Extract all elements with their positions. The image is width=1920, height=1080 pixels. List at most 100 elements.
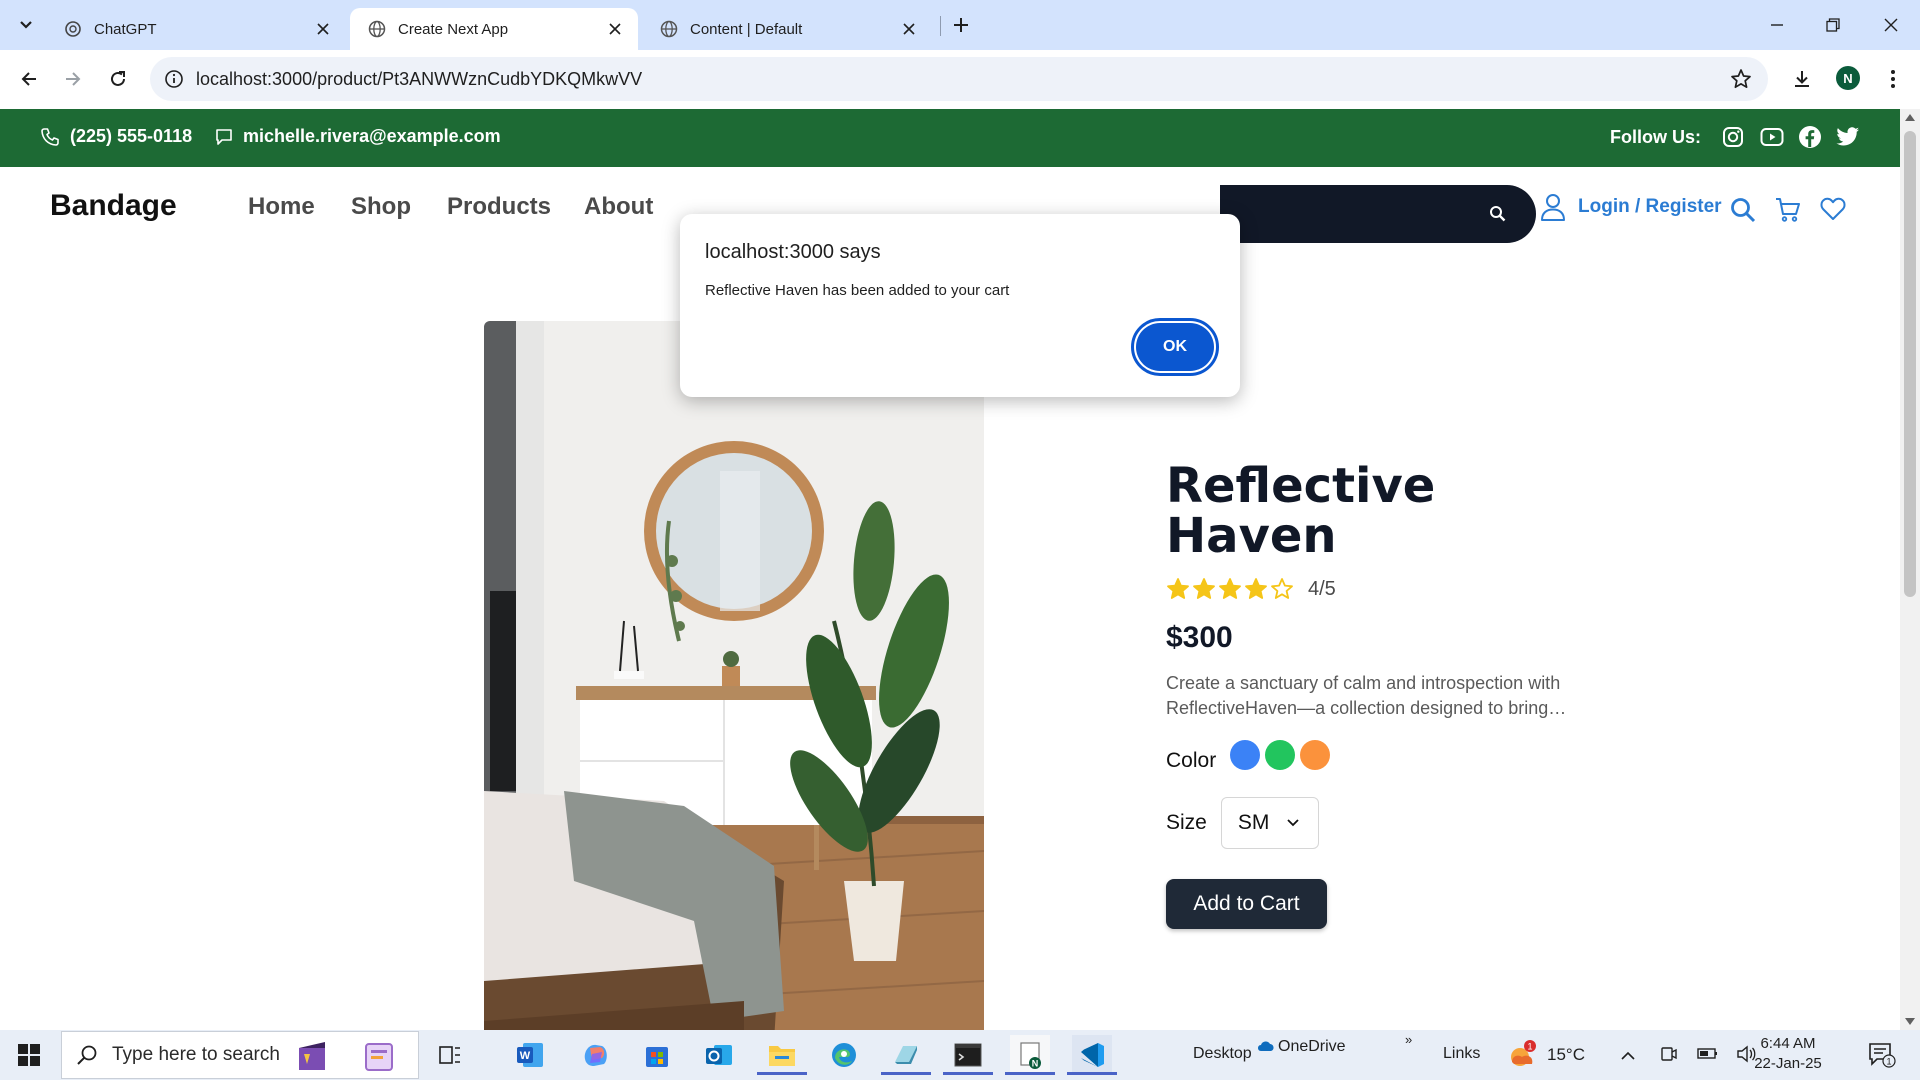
user-icon <box>1541 194 1565 221</box>
add-to-cart-button[interactable]: Add to Cart <box>1166 879 1327 929</box>
search-icon <box>77 1045 97 1065</box>
restore-icon[interactable] <box>1818 10 1848 40</box>
brand-logo[interactable]: Bandage <box>50 189 177 223</box>
active-app-indicator <box>943 1072 993 1075</box>
notepad-app-icon[interactable]: N <box>1005 1035 1055 1075</box>
bookmark-star-icon[interactable] <box>1730 68 1752 95</box>
address-bar[interactable]: localhost:3000/product/Pt3ANWWznCudbYDKQ… <box>150 57 1768 101</box>
login-register-link[interactable]: Login / Register <box>1540 193 1722 221</box>
color-label: Color <box>1166 749 1217 772</box>
phone-icon <box>41 127 59 146</box>
search-icon[interactable] <box>1730 197 1756 228</box>
alert-ok-label: OK <box>1136 323 1214 371</box>
nav-shop[interactable]: Shop <box>351 193 411 221</box>
taskbar-search-placeholder: Type here to search <box>112 1044 280 1065</box>
profile-avatar[interactable]: N <box>1836 66 1860 90</box>
star-empty-icon <box>1271 578 1293 599</box>
url-text[interactable]: localhost:3000/product/Pt3ANWWznCudbYDKQ… <box>196 69 642 90</box>
top-contact-bar: (225) 555-0118 michelle.rivera@example.c… <box>0 109 1900 167</box>
message-icon <box>216 128 232 145</box>
heart-icon[interactable] <box>1820 197 1846 226</box>
show-hidden-icons-icon[interactable] <box>1620 1048 1636 1066</box>
scrollbar-thumb[interactable] <box>1904 131 1916 597</box>
links-toolbar-label[interactable]: Links <box>1443 1045 1480 1063</box>
instagram-icon[interactable] <box>1720 124 1746 150</box>
star-filled-icon <box>1167 578 1189 599</box>
nav-home[interactable]: Home <box>248 193 315 221</box>
nav-about[interactable]: About <box>584 193 653 221</box>
nav-products[interactable]: Products <box>447 193 551 221</box>
weather-icon[interactable]: 1 <box>1508 1040 1538 1075</box>
active-app-indicator <box>757 1072 807 1075</box>
battery-icon[interactable] <box>1697 1045 1719 1066</box>
new-tab-icon[interactable] <box>948 12 974 38</box>
email-contact[interactable]: michelle.rivera@example.com <box>215 126 501 147</box>
facebook-icon[interactable] <box>1797 124 1823 150</box>
onedrive-label[interactable]: OneDrive <box>1278 1038 1346 1056</box>
outlook-icon[interactable] <box>699 1035 739 1075</box>
forward-icon[interactable] <box>58 64 88 94</box>
microsoft-store-icon[interactable] <box>637 1035 677 1075</box>
back-icon[interactable] <box>14 64 44 94</box>
close-tab-icon[interactable] <box>314 20 332 38</box>
page-scrollbar[interactable] <box>1900 109 1920 1030</box>
close-tab-icon[interactable] <box>900 20 918 38</box>
size-selector: Size SM <box>1166 797 1319 849</box>
task-view-icon[interactable] <box>430 1035 470 1075</box>
globe-icon <box>660 20 678 38</box>
phone-contact[interactable]: (225) 555-0118 <box>40 126 192 147</box>
tab-title: Content | Default <box>690 20 803 38</box>
edge-icon[interactable] <box>824 1035 864 1075</box>
color-swatch-green[interactable] <box>1265 740 1296 770</box>
page-viewport: (225) 555-0118 michelle.rivera@example.c… <box>0 109 1900 1030</box>
reload-icon[interactable] <box>103 64 133 94</box>
scroll-down-icon[interactable] <box>1905 1018 1915 1025</box>
weather-temperature[interactable]: 15°C <box>1547 1045 1585 1065</box>
snipping-tool-icon[interactable] <box>881 1035 931 1075</box>
word-icon[interactable]: W <box>510 1035 550 1075</box>
size-dropdown[interactable]: SM <box>1220 797 1319 849</box>
windows-start-icon[interactable] <box>18 1044 40 1071</box>
vscode-icon[interactable] <box>1067 1035 1117 1075</box>
taskbar-search-box[interactable]: Type here to search <box>61 1031 419 1079</box>
product-price: $300 <box>1166 621 1233 654</box>
star-filled-icon <box>1219 578 1241 599</box>
browser-menu-icon[interactable] <box>1878 64 1908 94</box>
file-explorer-icon[interactable] <box>757 1035 807 1075</box>
download-icon[interactable] <box>1787 64 1817 94</box>
search-highlight-icon <box>282 1036 410 1074</box>
size-label: Size <box>1166 811 1207 834</box>
close-window-icon[interactable] <box>1876 10 1906 40</box>
close-tab-icon[interactable] <box>606 20 624 38</box>
meet-now-icon[interactable] <box>1660 1045 1678 1068</box>
copilot-icon[interactable] <box>575 1035 615 1075</box>
rating-stars <box>1166 577 1294 601</box>
tab-content-default[interactable]: Content | Default <box>642 8 932 50</box>
search-icon[interactable] <box>1489 205 1506 227</box>
scroll-up-icon[interactable] <box>1905 114 1915 121</box>
tab-chatgpt[interactable]: ChatGPT <box>46 8 346 50</box>
clock-time: 6:44 AM <box>1760 1035 1816 1052</box>
size-selected-value: SM <box>1237 811 1270 834</box>
notification-center-icon[interactable]: 1 <box>1868 1042 1896 1073</box>
globe-icon <box>368 20 386 38</box>
desktop-toolbar-label[interactable]: Desktop <box>1193 1045 1252 1063</box>
toolbar-overflow-icon[interactable]: » <box>1405 1032 1412 1047</box>
youtube-icon[interactable] <box>1759 124 1785 150</box>
minimize-icon[interactable] <box>1762 10 1792 40</box>
color-swatch-orange[interactable] <box>1300 740 1331 770</box>
clock-date: 22-Jan-25 <box>1754 1055 1822 1072</box>
taskbar-clock[interactable]: 6:44 AM 22-Jan-25 <box>1748 1034 1828 1074</box>
color-swatch-blue[interactable] <box>1230 740 1261 770</box>
alert-ok-button[interactable]: OK <box>1131 318 1219 376</box>
notification-count: 1 <box>1886 1057 1891 1067</box>
cart-icon[interactable] <box>1775 197 1801 228</box>
tab-search-dropdown-icon[interactable] <box>12 12 40 38</box>
weather-badge: 1 <box>1527 1042 1532 1052</box>
twitter-icon[interactable] <box>1835 124 1861 150</box>
tab-create-next-app[interactable]: Create Next App <box>350 8 638 50</box>
terminal-icon[interactable] <box>943 1035 993 1075</box>
site-info-icon[interactable] <box>164 69 184 94</box>
onedrive-icon[interactable] <box>1256 1039 1276 1058</box>
search-input[interactable] <box>1220 185 1536 243</box>
